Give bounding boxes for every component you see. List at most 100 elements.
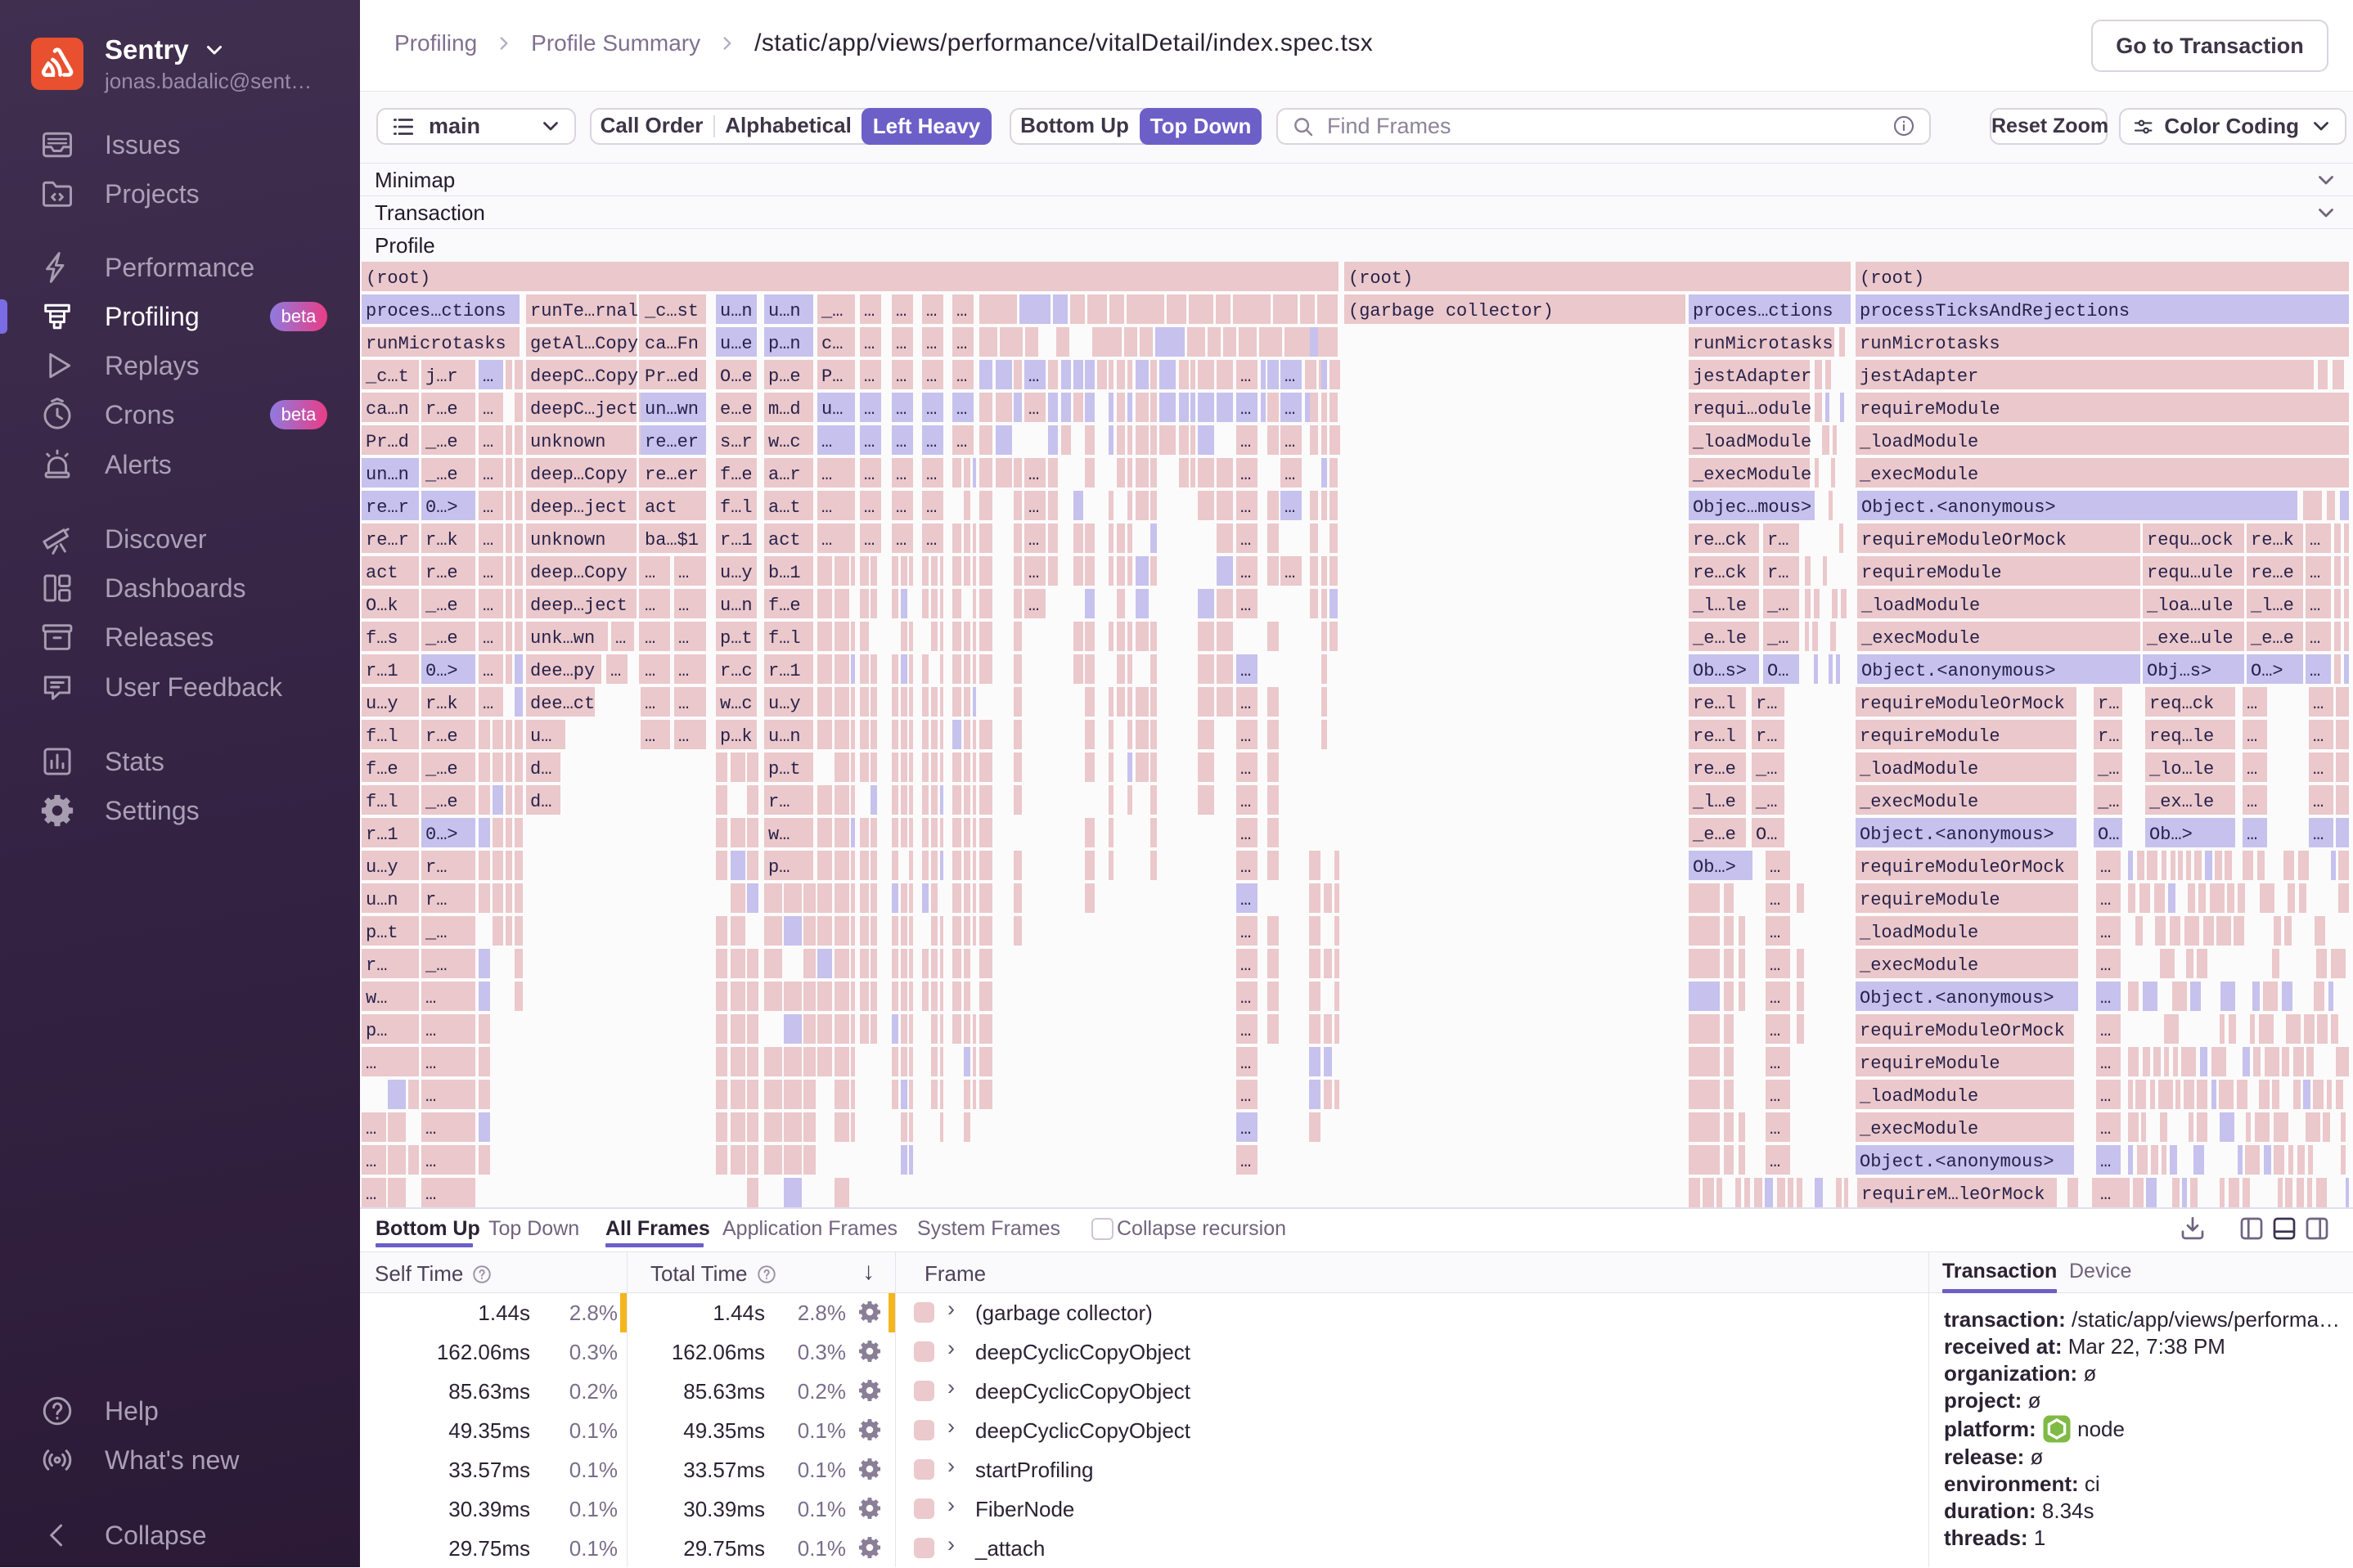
svg-text:_loadModule: _loadModule: [1692, 432, 1811, 452]
svg-text:_execModule: _execModule: [1859, 1119, 1978, 1139]
svg-text:…: …: [1240, 563, 1251, 583]
svg-text:…: …: [896, 432, 907, 452]
svg-text:s…r: s…r: [720, 432, 753, 452]
svg-text:_…: _…: [2097, 759, 2119, 780]
svg-text:…: …: [2313, 726, 2324, 747]
svg-text:…: …: [2310, 595, 2320, 616]
svg-text:re…r: re…r: [366, 497, 409, 518]
svg-text:d…: d…: [530, 792, 551, 812]
svg-text:…: …: [1240, 759, 1251, 780]
svg-text:…: …: [864, 465, 875, 485]
svg-text:Ob…s>: Ob…s>: [1693, 661, 1747, 681]
svg-text:r…1: r…1: [366, 824, 398, 845]
svg-text:…: …: [1028, 497, 1039, 518]
svg-text:u…y: u…y: [366, 857, 398, 878]
svg-text:…: …: [2247, 694, 2257, 714]
svg-text:…: …: [483, 530, 493, 550]
svg-text:…: …: [483, 465, 493, 485]
svg-text:requireModuleOrMock: requireModuleOrMock: [1860, 1021, 2065, 1041]
svg-text:runMicrotasks: runMicrotasks: [1693, 334, 1833, 354]
svg-text:…: …: [1284, 399, 1295, 420]
svg-text:…: …: [2247, 792, 2257, 812]
svg-text:_l…le: _l…le: [1692, 595, 1747, 616]
svg-text:…: …: [926, 366, 937, 387]
svg-text:…: …: [645, 628, 655, 649]
svg-text:…: …: [1770, 890, 1780, 910]
svg-text:…: …: [425, 1119, 436, 1139]
svg-text:r…: r…: [366, 955, 387, 976]
svg-text:r…k: r…k: [425, 530, 458, 550]
svg-text:u…y: u…y: [366, 694, 398, 714]
svg-text:re…r: re…r: [366, 530, 409, 550]
svg-text:…: …: [2100, 1152, 2111, 1172]
svg-text:…: …: [425, 1184, 436, 1205]
svg-text:re…e: re…e: [2251, 563, 2294, 583]
svg-text:…: …: [2100, 988, 2111, 1009]
svg-text:…: …: [896, 399, 907, 420]
svg-text:u…y: u…y: [768, 694, 801, 714]
svg-text:re…l: re…l: [1693, 694, 1736, 714]
svg-text:f…l: f…l: [720, 497, 753, 518]
svg-text:Obj…s>: Obj…s>: [2147, 661, 2211, 681]
svg-text:…: …: [483, 497, 493, 518]
svg-text:…: …: [926, 399, 937, 420]
svg-text:r…1: r…1: [720, 530, 753, 550]
svg-text:req…ck: req…ck: [2149, 694, 2214, 714]
svg-text:…: …: [1240, 595, 1251, 616]
svg-text:deepC…ject: deepC…ject: [530, 399, 638, 420]
svg-text:…: …: [2313, 694, 2324, 714]
svg-text:…: …: [2313, 824, 2324, 845]
svg-text:…: …: [821, 530, 832, 550]
svg-text:unknown: unknown: [530, 432, 605, 452]
svg-text:…: …: [678, 726, 689, 747]
svg-text:…: …: [1284, 432, 1295, 452]
svg-text:…: …: [896, 334, 907, 354]
svg-text:_…: _…: [425, 955, 447, 976]
svg-text:dee…ct: dee…ct: [530, 694, 595, 714]
svg-text:_e…e: _e…e: [1692, 824, 1736, 845]
svg-text:…: …: [2247, 726, 2257, 747]
svg-text:getAl…Copy: getAl…Copy: [530, 334, 638, 354]
svg-text:f…e: f…e: [366, 759, 398, 780]
svg-text:…: …: [926, 301, 937, 321]
svg-text:requireModule: requireModule: [1860, 399, 2000, 420]
svg-text:r…: r…: [1767, 530, 1788, 550]
svg-text:…: …: [2313, 759, 2324, 780]
svg-text:…: …: [425, 1086, 436, 1107]
svg-text:b…1: b…1: [768, 563, 801, 583]
svg-text:p…e: p…e: [768, 366, 801, 387]
svg-text:…: …: [821, 465, 832, 485]
svg-text:…: …: [1770, 1086, 1780, 1107]
svg-text:requireModule: requireModule: [1860, 726, 2000, 747]
svg-text:(root): (root): [366, 268, 430, 289]
svg-text:act: act: [366, 563, 398, 583]
svg-text:…: …: [1240, 824, 1251, 845]
svg-text:…: …: [483, 694, 493, 714]
svg-text:_…e: _…e: [425, 792, 458, 812]
svg-text:O…k: O…k: [366, 595, 398, 616]
svg-text:Object.<anonymous>: Object.<anonymous>: [1860, 988, 2054, 1009]
svg-text:…: …: [956, 301, 967, 321]
svg-text:_…: _…: [821, 301, 843, 321]
svg-text:…: …: [1240, 465, 1251, 485]
svg-text:…: …: [1240, 399, 1251, 420]
svg-text:P…: P…: [821, 366, 843, 387]
svg-text:(garbage collector): (garbage collector): [1348, 301, 1554, 321]
svg-text:requ…ock: requ…ock: [2147, 530, 2234, 550]
svg-text:_…: _…: [1766, 628, 1788, 649]
svg-text:requireModule: requireModule: [1860, 1054, 2000, 1074]
svg-text:Object.<anonymous>: Object.<anonymous>: [1860, 1152, 2054, 1172]
svg-text:requireModuleOrMock: requireModuleOrMock: [1860, 857, 2065, 878]
svg-text:Pr…ed: Pr…ed: [645, 366, 699, 387]
svg-text:…: …: [366, 1054, 376, 1074]
svg-text:f…l: f…l: [768, 628, 801, 649]
svg-text:…: …: [1770, 1021, 1780, 1041]
svg-text:_exe…ule: _exe…ule: [2146, 628, 2234, 649]
svg-text:re…ck: re…ck: [1693, 563, 1747, 583]
svg-text:_execModule: _execModule: [1859, 465, 1978, 485]
svg-text:…: …: [645, 726, 655, 747]
svg-text:…: …: [483, 399, 493, 420]
svg-text:…: …: [1240, 857, 1251, 878]
svg-text:_loadModule: _loadModule: [1860, 595, 1980, 616]
svg-text:…: …: [864, 530, 875, 550]
